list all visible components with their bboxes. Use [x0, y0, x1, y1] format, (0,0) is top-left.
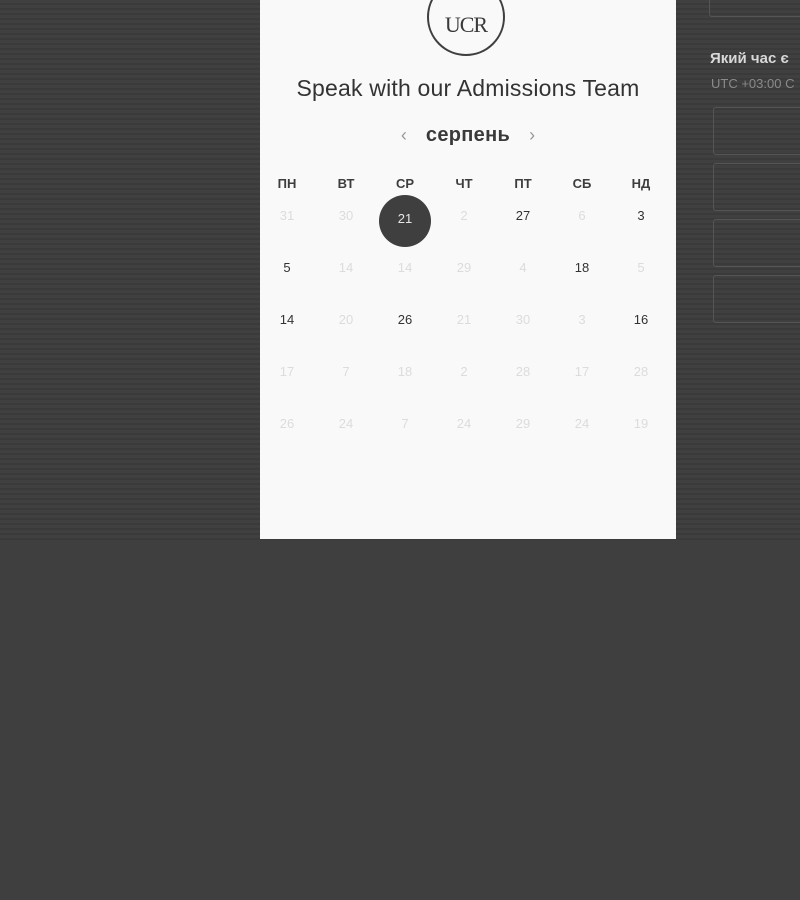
month-navigation: ‹ серпень ›: [260, 120, 676, 150]
calendar-day: 24: [553, 406, 612, 458]
day-number: 21: [379, 195, 431, 247]
calendar-day: 31: [258, 198, 317, 250]
calendar-day: 21: [435, 302, 494, 354]
day-number: 14: [338, 260, 354, 275]
weekday-header: ЧТ: [455, 176, 473, 191]
day-number: 4: [519, 260, 527, 275]
time-slot-button[interactable]: [713, 275, 800, 323]
day-number: 14: [397, 260, 413, 275]
day-number: 24: [338, 416, 354, 431]
weekday-header: НД: [631, 176, 651, 191]
calendar-day: 2: [435, 198, 494, 250]
day-number: 24: [574, 416, 590, 431]
day-number: 14: [279, 312, 295, 327]
calendar-day: 29: [494, 406, 553, 458]
day-number: 18: [397, 364, 413, 379]
day-number: 26: [397, 312, 413, 327]
calendar-day[interactable]: 3: [612, 198, 671, 250]
calendar-day: 30: [317, 198, 376, 250]
weekday-header: ПН: [277, 176, 297, 191]
weekday-header: СБ: [572, 176, 592, 191]
day-number: 29: [456, 260, 472, 275]
ucr-logo: UCR: [427, 0, 505, 56]
page-title: Speak with our Admissions Team: [296, 75, 640, 101]
calendar-day: 30: [494, 302, 553, 354]
day-number: 17: [574, 364, 590, 379]
day-number: 21: [456, 312, 472, 327]
day-number: 26: [279, 416, 295, 431]
day-number: 19: [633, 416, 649, 431]
timezone-label[interactable]: UTC +03:00 С: [711, 76, 794, 91]
calendar-grid: ПН ВТ СР ЧТ ПТ СБ НД 31 30 21 2 27 6 3 5 14 14 29 4…: [256, 176, 672, 458]
calendar-day: 17: [553, 354, 612, 406]
chevron-right-icon[interactable]: ›: [522, 125, 542, 146]
day-number: 27: [515, 208, 531, 223]
weekday-header: ПТ: [514, 176, 532, 191]
day-number: 28: [633, 364, 649, 379]
time-slot-panel: Який час є UTC +03:00 С: [676, 0, 800, 540]
calendar-day: 14: [376, 250, 435, 302]
day-number: 20: [338, 312, 354, 327]
day-number: 30: [338, 208, 354, 223]
day-number: 5: [283, 260, 291, 275]
day-number: 3: [637, 208, 645, 223]
day-number: 18: [574, 260, 590, 275]
day-number: 28: [515, 364, 531, 379]
day-number: 29: [515, 416, 531, 431]
calendar-day[interactable]: 16: [612, 302, 671, 354]
calendar-day[interactable]: 14: [258, 302, 317, 354]
calendar-day: 4: [494, 250, 553, 302]
calendar-day: 24: [435, 406, 494, 458]
day-number: 24: [456, 416, 472, 431]
time-slot-button[interactable]: [713, 219, 800, 267]
day-number: 2: [460, 364, 468, 379]
calendar-day: 2: [435, 354, 494, 406]
field-box[interactable]: [709, 0, 800, 17]
day-number: 16: [633, 312, 649, 327]
day-number: 2: [460, 208, 468, 223]
calendar-day: 6: [553, 198, 612, 250]
day-number: 7: [401, 416, 409, 431]
day-number: 6: [578, 208, 586, 223]
calendar-day: 3: [553, 302, 612, 354]
calendar-day: 28: [612, 354, 671, 406]
day-number: 3: [578, 312, 586, 327]
calendar-day[interactable]: 18: [553, 250, 612, 302]
logo-text: UCR: [444, 12, 488, 37]
time-slot-button[interactable]: [713, 163, 800, 211]
calendar-day: 7: [376, 406, 435, 458]
calendar-day-selected[interactable]: 21: [376, 195, 435, 250]
day-number: 7: [342, 364, 350, 379]
time-slot-button[interactable]: [713, 107, 800, 155]
calendar-day: 29: [435, 250, 494, 302]
chevron-left-icon[interactable]: ‹: [394, 125, 414, 146]
calendar-day: 17: [258, 354, 317, 406]
booking-card: UCR Speak with our Admissions Team ‹ сер…: [260, 0, 676, 539]
month-label: серпень: [425, 123, 511, 146]
calendar-day: 19: [612, 406, 671, 458]
calendar-day: 28: [494, 354, 553, 406]
calendar-day: 7: [317, 354, 376, 406]
calendar-day: 20: [317, 302, 376, 354]
day-number: 30: [515, 312, 531, 327]
day-number: 5: [637, 260, 645, 275]
calendar-day: 14: [317, 250, 376, 302]
time-question: Який час є: [710, 50, 789, 67]
calendar-day: 18: [376, 354, 435, 406]
weekday-header: ВТ: [337, 176, 355, 191]
calendar-day: 26: [258, 406, 317, 458]
calendar-day[interactable]: 26: [376, 302, 435, 354]
calendar-day: 24: [317, 406, 376, 458]
day-number: 17: [279, 364, 295, 379]
calendar-day[interactable]: 27: [494, 198, 553, 250]
day-number: 31: [279, 208, 295, 223]
calendar-day[interactable]: 5: [258, 250, 317, 302]
calendar-day: 5: [612, 250, 671, 302]
